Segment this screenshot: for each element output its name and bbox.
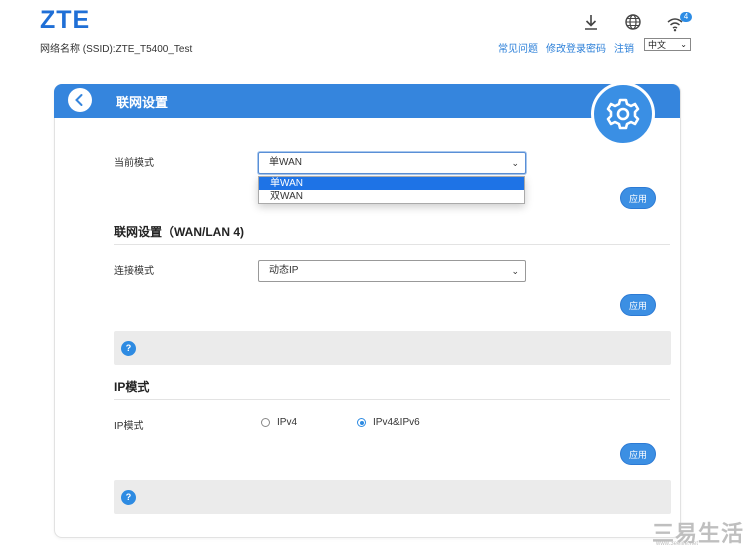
chevron-down-icon: ⌄: [511, 158, 519, 168]
faq-link[interactable]: 常见问题: [498, 40, 538, 55]
option-single-wan[interactable]: 单WAN: [259, 177, 524, 190]
apply-ip-button[interactable]: 应用: [620, 443, 656, 465]
logout-link[interactable]: 注销: [614, 40, 634, 55]
help-icon[interactable]: ?: [121, 490, 136, 505]
apply-wan-button[interactable]: 应用: [620, 294, 656, 316]
language-select[interactable]: 中文 ⌄: [644, 38, 691, 51]
globe-icon[interactable]: [624, 13, 642, 31]
current-mode-select[interactable]: 单WAN ⌄: [258, 152, 526, 174]
ip-section-title: IP模式: [114, 380, 150, 394]
ssid-label: 网络名称 (SSID):ZTE_T5400_Test: [40, 44, 193, 55]
current-mode-label: 当前模式: [114, 158, 154, 169]
help-icon[interactable]: ?: [121, 341, 136, 356]
watermark-url: www.3eelife.net: [656, 541, 699, 547]
radio-ipv4[interactable]: [261, 418, 270, 427]
option-dual-wan[interactable]: 双WAN: [259, 190, 524, 203]
connection-mode-select[interactable]: 动态IP ⌄: [258, 260, 526, 282]
settings-badge: [591, 82, 655, 146]
wan-info-box: [114, 331, 671, 365]
apply-mode-button[interactable]: 应用: [620, 187, 656, 209]
download-icon[interactable]: [582, 13, 600, 31]
change-password-link[interactable]: 修改登录密码: [546, 40, 606, 55]
gear-icon: [606, 98, 640, 130]
chevron-down-icon: ⌄: [680, 40, 687, 49]
divider: [114, 244, 670, 245]
divider: [114, 399, 670, 400]
ip-mode-label: IP模式: [114, 421, 144, 432]
back-button[interactable]: [68, 88, 92, 112]
current-mode-value: 单WAN: [269, 157, 302, 168]
radio-ipv4-ipv6-label[interactable]: IPv4&IPv6: [373, 417, 420, 428]
mode-dropdown-list: 单WAN 双WAN: [258, 176, 525, 204]
radio-ipv4-ipv6[interactable]: [357, 418, 366, 427]
ip-info-box: [114, 480, 671, 514]
connection-mode-value: 动态IP: [269, 265, 299, 276]
radio-ipv4-label[interactable]: IPv4: [277, 417, 297, 428]
chevron-left-icon: [75, 94, 83, 106]
wifi-device-count-badge: 4: [680, 12, 692, 22]
wan-section-title: 联网设置（WAN/LAN 4): [114, 225, 244, 239]
language-value: 中文: [648, 40, 667, 50]
page-title: 联网设置: [116, 95, 169, 110]
connection-mode-label: 连接模式: [114, 266, 154, 277]
chevron-down-icon: ⌄: [511, 266, 519, 276]
zte-logo: ZTE: [40, 6, 91, 34]
